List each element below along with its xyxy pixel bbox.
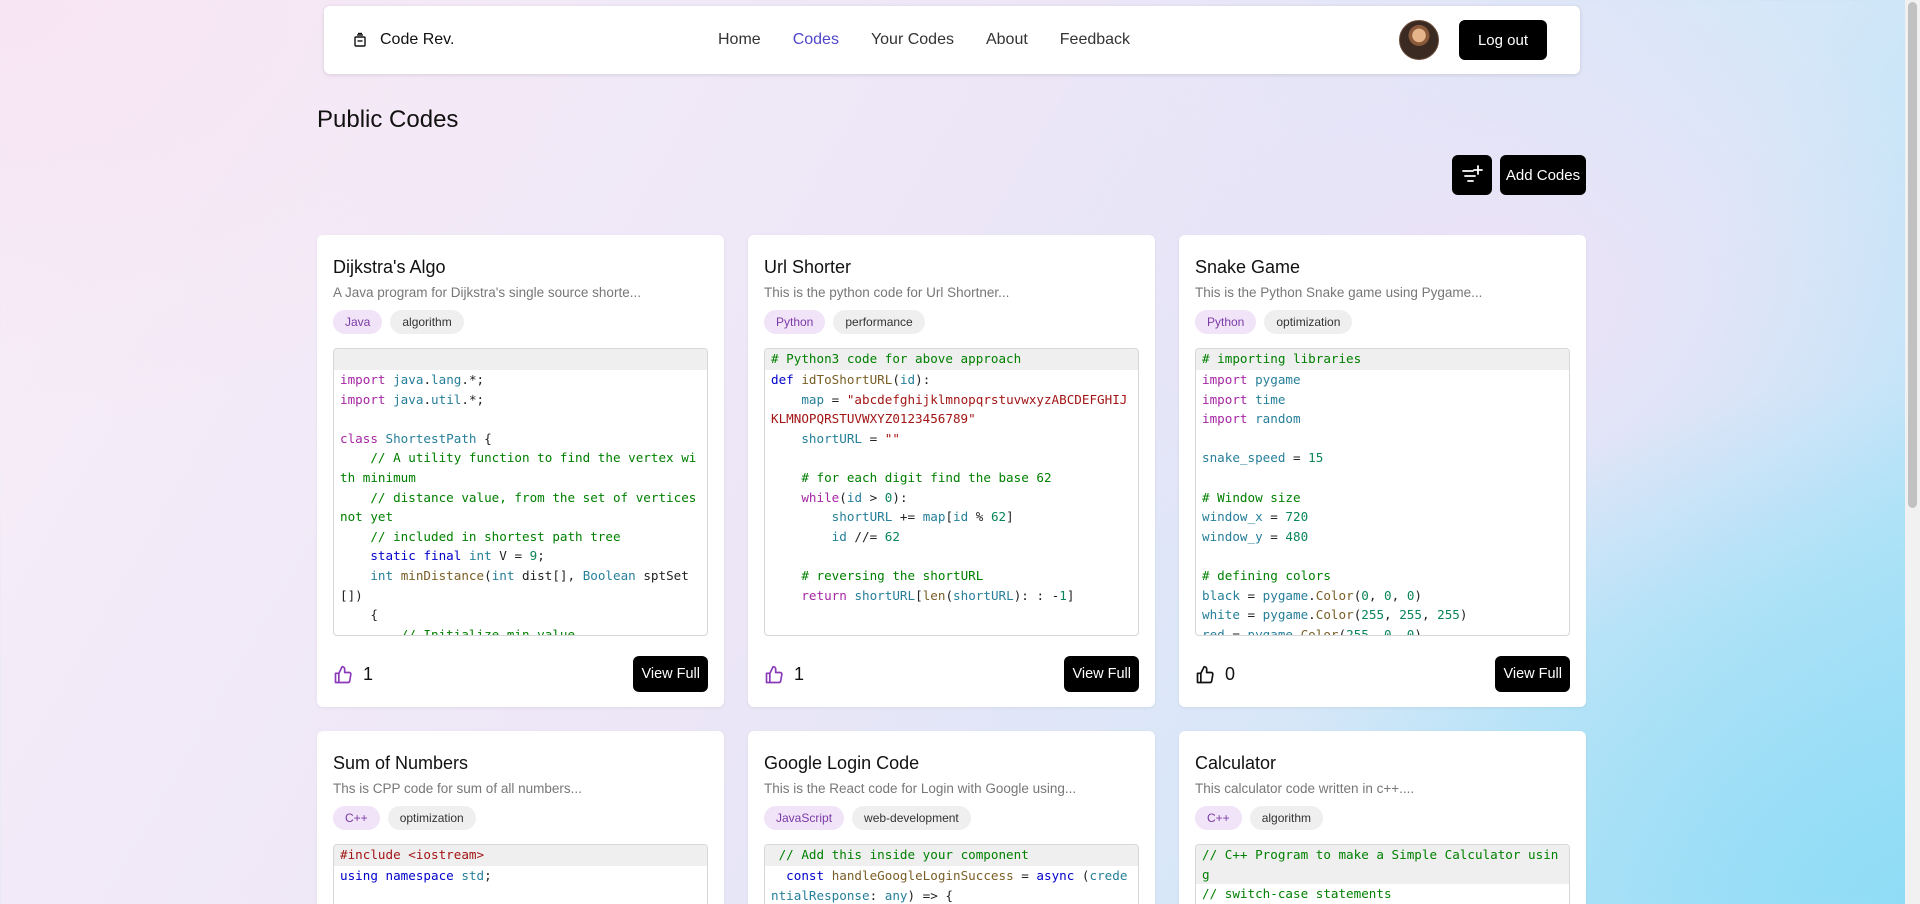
card-description: Ths is CPP code for sum of all numbers..…: [333, 781, 582, 796]
topic-tag[interactable]: optimization: [387, 806, 476, 830]
brand-name: Code Rev.: [380, 31, 455, 48]
card-title: Snake Game: [1195, 257, 1301, 277]
language-tag[interactable]: C++: [1195, 806, 1242, 830]
code-preview[interactable]: # Python3 code for above approach def idT…: [764, 348, 1139, 636]
like-count: 1: [363, 664, 374, 684]
filter-add-icon: [1462, 165, 1483, 182]
code-card: Dijkstra's Algo A Java program for Dijks…: [317, 235, 724, 707]
add-codes-button[interactable]: Add Codes: [1500, 155, 1586, 195]
page-title: Public Codes: [317, 106, 459, 133]
card-tags: Python optimization: [1195, 310, 1353, 334]
thumbs-up-icon: [765, 665, 783, 683]
card-description: This is the Python Snake game using Pyga…: [1195, 285, 1483, 300]
brand[interactable]: Code Rev.: [352, 6, 454, 74]
code-card: Url Shorter This is the python code for …: [748, 235, 1155, 707]
logout-button[interactable]: Log out: [1459, 20, 1547, 60]
code-preview[interactable]: # importing libraries import pygame impor…: [1195, 348, 1570, 636]
language-tag[interactable]: JavaScript: [764, 806, 845, 830]
like-button[interactable]: 0: [1195, 664, 1235, 685]
thumbs-up-icon: [334, 665, 352, 683]
card-description: This is the React code for Login with Go…: [764, 781, 1077, 796]
card-footer: 0 View Full: [1195, 656, 1570, 692]
avatar[interactable]: [1399, 20, 1439, 60]
like-button[interactable]: 1: [764, 664, 804, 685]
like-button[interactable]: 1: [333, 664, 373, 685]
nav-link-about[interactable]: About: [986, 31, 1028, 49]
card-tags: JavaScript web-development: [764, 806, 971, 830]
topic-tag[interactable]: algorithm: [1249, 806, 1324, 830]
topic-tag[interactable]: algorithm: [390, 310, 464, 334]
topic-tag[interactable]: performance: [833, 310, 925, 334]
card-title: Sum of Numbers: [333, 753, 469, 773]
code-card: Sum of Numbers Ths is CPP code for sum o…: [317, 731, 724, 904]
nav-links: Home Codes Your Codes About Feedback: [718, 6, 1130, 74]
language-tag[interactable]: Python: [1195, 310, 1257, 334]
card-description: This calculator code written in c++....: [1195, 781, 1415, 796]
code-card: Google Login Code This is the React code…: [748, 731, 1155, 904]
filter-button[interactable]: [1452, 155, 1492, 195]
view-full-button[interactable]: View Full: [1064, 656, 1139, 692]
card-tags: C++ optimization: [333, 806, 476, 830]
card-tags: Java algorithm: [333, 310, 464, 334]
code-preview[interactable]: #include <iostream> using namespace std;: [333, 844, 708, 904]
card-description: This is the python code for Url Shortner…: [764, 285, 1010, 300]
language-tag[interactable]: Python: [764, 310, 826, 334]
code-logo-icon: [354, 32, 366, 47]
like-count: 1: [794, 664, 805, 684]
nav-link-feedback[interactable]: Feedback: [1060, 31, 1130, 49]
card-description: A Java program for Dijkstra's single sou…: [333, 285, 641, 300]
language-tag[interactable]: C++: [333, 806, 380, 830]
code-preview[interactable]: import java.lang.*; import java.util.*; …: [333, 348, 708, 636]
code-preview[interactable]: // C++ Program to make a Simple Calculat…: [1195, 844, 1570, 904]
language-tag[interactable]: Java: [333, 310, 383, 334]
nav-link-your-codes[interactable]: Your Codes: [871, 31, 954, 49]
topic-tag[interactable]: web-development: [852, 806, 971, 830]
thumbs-up-icon: [1196, 665, 1214, 683]
page-scrollbar[interactable]: [1905, 0, 1920, 904]
card-footer: 1 View Full: [333, 656, 708, 692]
card-title: Google Login Code: [764, 753, 920, 773]
card-title: Dijkstra's Algo: [333, 257, 446, 277]
view-full-button[interactable]: View Full: [1495, 656, 1570, 692]
navbar: Code Rev. Home Codes Your Codes About Fe…: [324, 6, 1580, 74]
code-card: Snake Game This is the Python Snake game…: [1179, 235, 1586, 707]
view-full-button[interactable]: View Full: [633, 656, 708, 692]
code-card: Calculator This calculator code written …: [1179, 731, 1586, 904]
card-tags: Python performance: [764, 310, 925, 334]
card-footer: 1 View Full: [764, 656, 1139, 692]
scrollbar-thumb[interactable]: [1908, 2, 1917, 508]
card-tags: C++ algorithm: [1195, 806, 1324, 830]
like-count: 0: [1225, 664, 1236, 684]
card-title: Url Shorter: [764, 257, 852, 277]
topic-tag[interactable]: optimization: [1264, 310, 1353, 334]
code-preview[interactable]: // Add this inside your component const …: [764, 844, 1139, 904]
card-title: Calculator: [1195, 753, 1277, 773]
nav-link-codes[interactable]: Codes: [793, 31, 839, 49]
nav-link-home[interactable]: Home: [718, 31, 761, 49]
